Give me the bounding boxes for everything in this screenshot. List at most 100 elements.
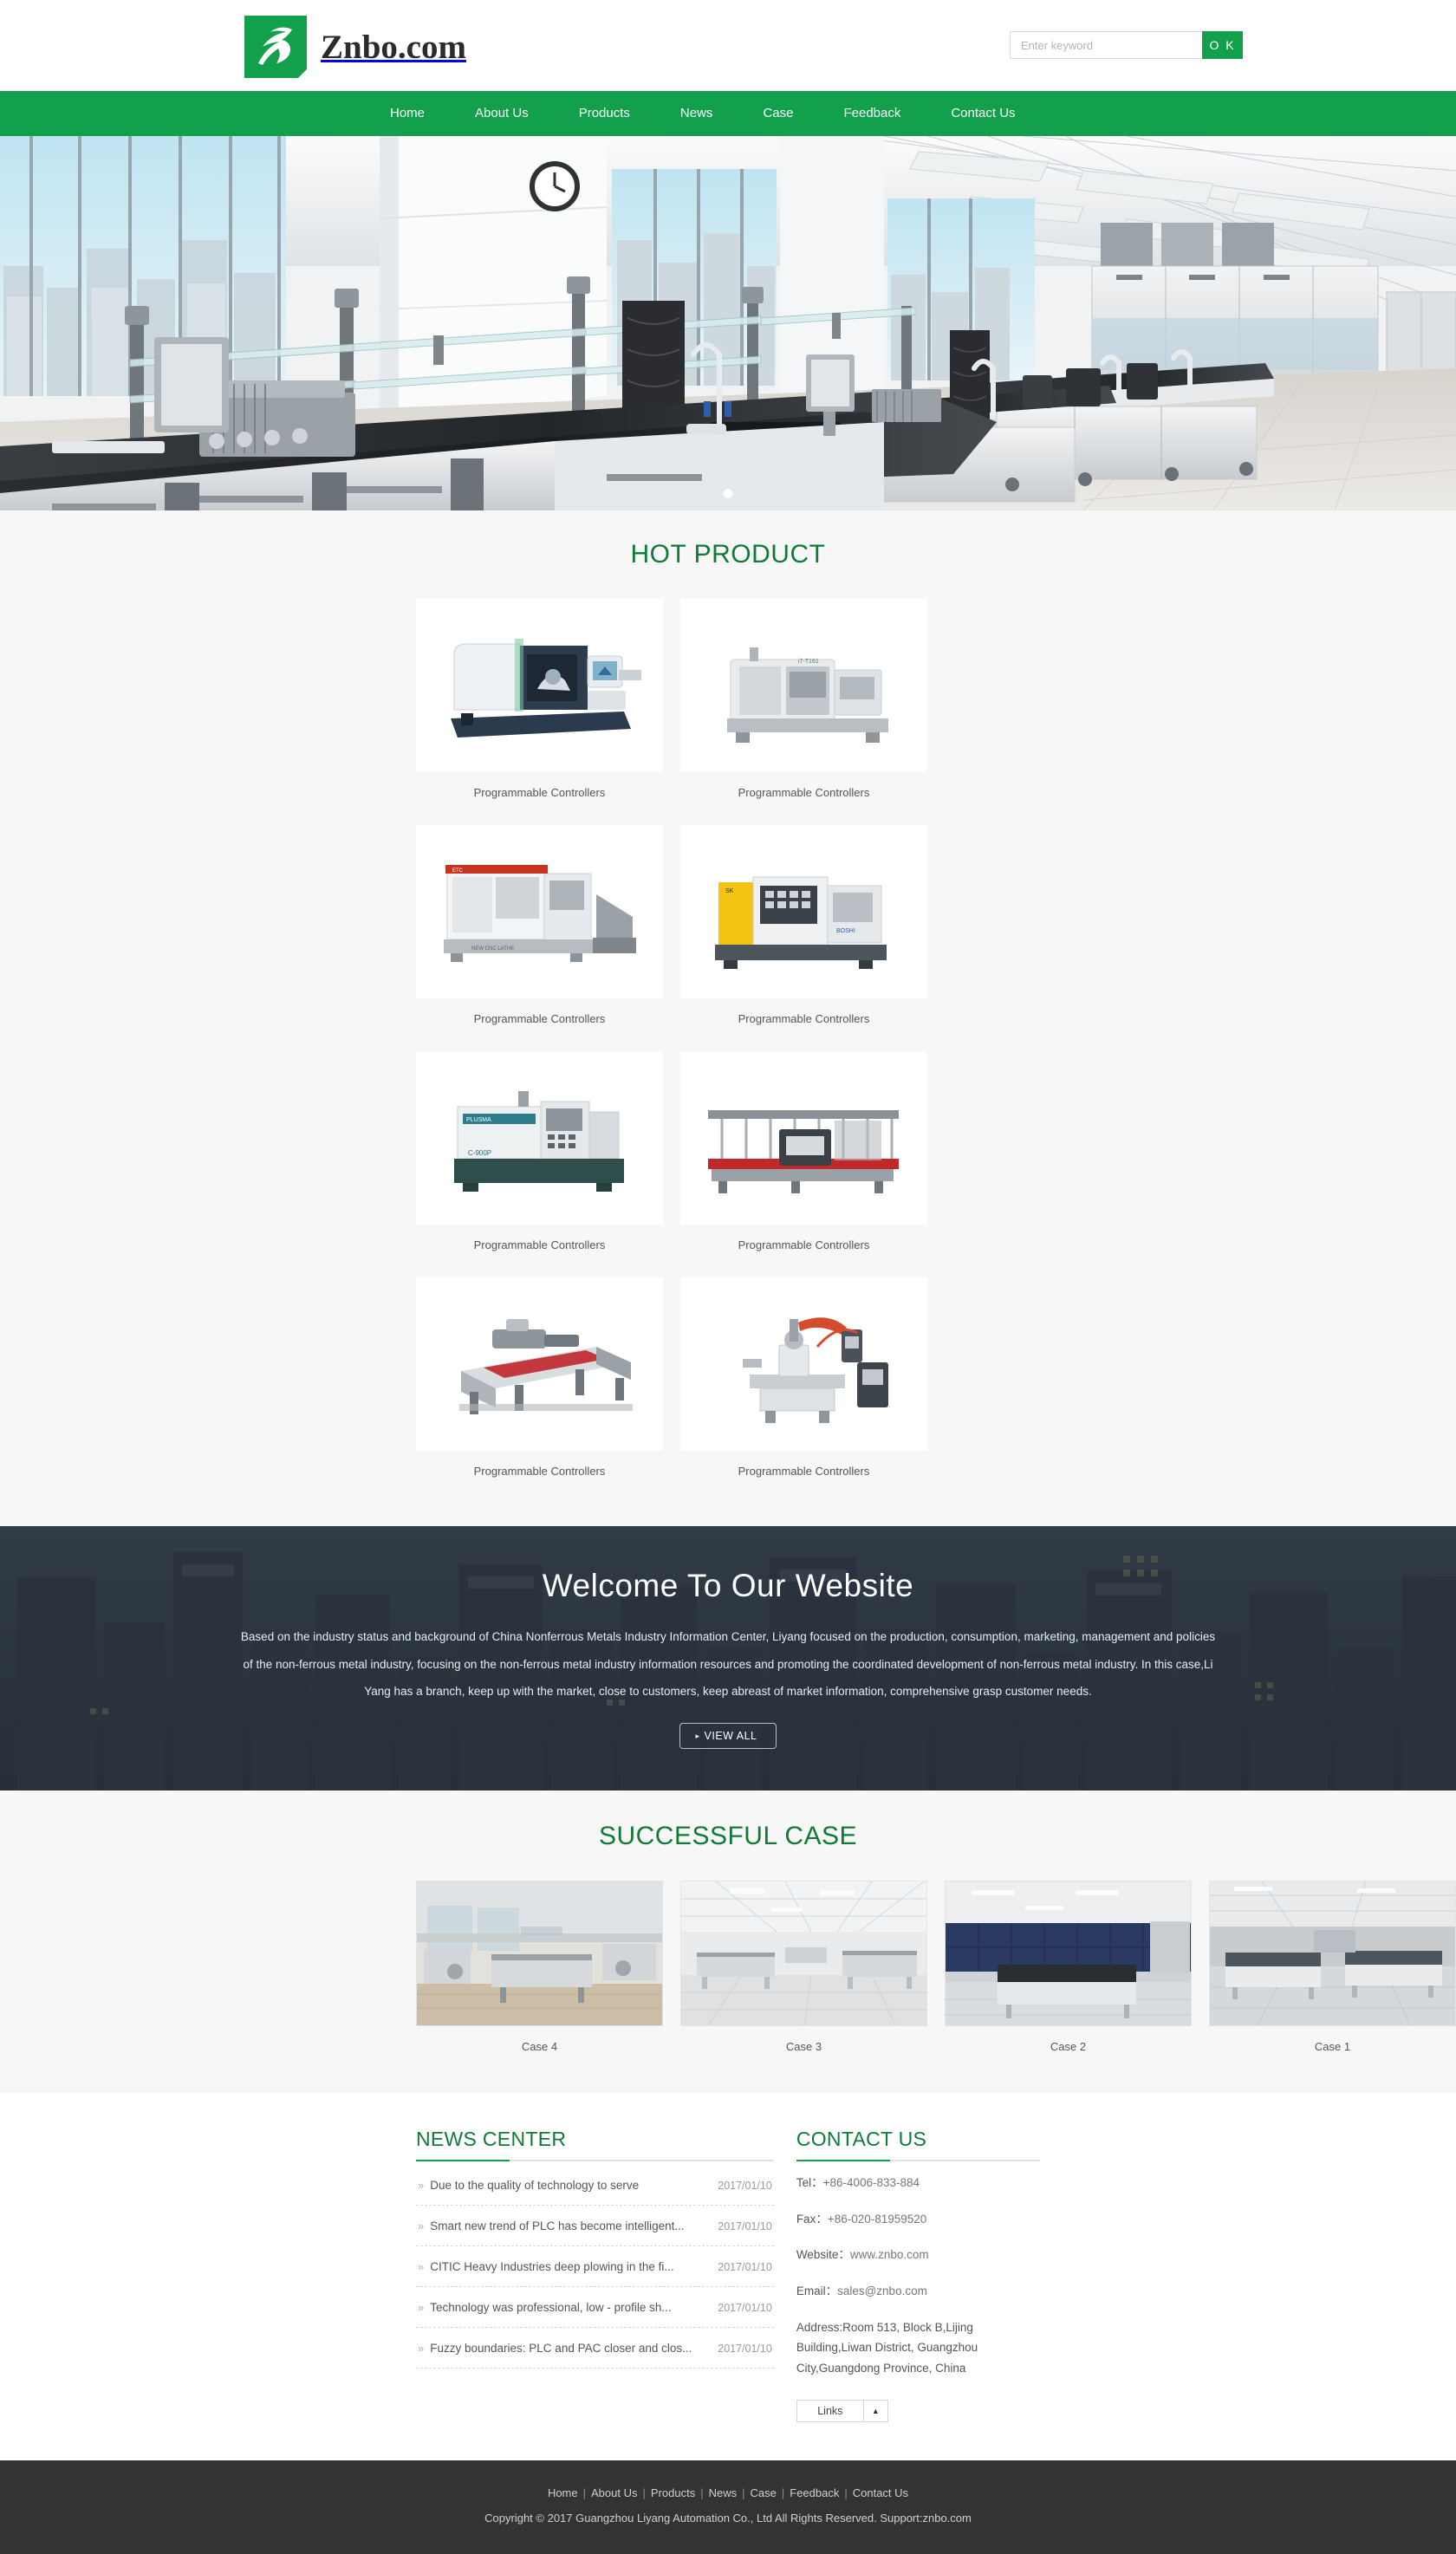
- news-title: Due to the quality of technology to serv…: [430, 2179, 640, 2192]
- contact-us-block: CONTACT US Tel：+86-4006-833-884 Fax：+86-…: [796, 2128, 1040, 2423]
- site-logo[interactable]: Znbo.com: [244, 16, 466, 78]
- case-thumbnail[interactable]: [680, 1881, 927, 2026]
- news-list-item[interactable]: » CITIC Heavy Industries deep plowing in…: [416, 2246, 774, 2287]
- welcome-body-text: Based on the industry status and backgro…: [240, 1630, 1216, 1699]
- hero-slide-indicator-dot[interactable]: [723, 489, 733, 498]
- contact-email-value[interactable]: sales@znbo.com: [837, 2284, 927, 2297]
- links-dropdown-label[interactable]: Links: [796, 2400, 864, 2423]
- chevron-right-icon: »: [418, 2179, 425, 2192]
- product-card[interactable]: Programmable Controllers: [680, 1051, 927, 1260]
- view-all-button[interactable]: ▸ VIEW ALL: [679, 1723, 777, 1750]
- product-thumbnail[interactable]: ETC NEW CNC LATHE: [416, 825, 663, 998]
- news-link[interactable]: » Fuzzy boundaries: PLC and PAC closer a…: [418, 2342, 692, 2355]
- product-thumbnail[interactable]: SK BOSHI: [680, 825, 927, 998]
- product-thumbnail[interactable]: [416, 1277, 663, 1451]
- lab-room-wood-floor-icon: [417, 1881, 662, 2025]
- footer-navigation: Home | About Us | Products | News | Case | Feedbac…: [0, 2486, 1456, 2499]
- footer-separator: |: [742, 2486, 745, 2500]
- contact-address-row: Address:Room 513, Block B,Lijing Buildin…: [796, 2320, 978, 2375]
- svg-text:NEW CNC LATHE: NEW CNC LATHE: [471, 946, 514, 952]
- successful-case-section: SUCCESSFUL CASE Case 4 Case 3 Case 2 Cas…: [0, 1790, 1456, 2093]
- product-card[interactable]: i7-T161 Programmable Controllers: [680, 599, 927, 808]
- znbo-bird-logo-icon: [244, 16, 307, 78]
- svg-text:BOSHI: BOSHI: [836, 928, 855, 934]
- nav-item-case[interactable]: Case: [763, 91, 793, 136]
- news-date: 2017/01/10: [718, 2219, 772, 2232]
- news-title: CITIC Heavy Industries deep plowing in t…: [430, 2260, 674, 2273]
- footer-nav-item-contact-us[interactable]: Contact Us: [853, 2486, 908, 2499]
- product-thumbnail[interactable]: [416, 599, 663, 772]
- news-list-item[interactable]: » Smart new trend of PLC has become inte…: [416, 2206, 774, 2246]
- news-link[interactable]: » Due to the quality of technology to se…: [418, 2179, 639, 2192]
- contact-tel-label: Tel：: [796, 2176, 823, 2189]
- product-label: Programmable Controllers: [738, 1465, 870, 1478]
- case-card[interactable]: Case 4: [416, 1881, 663, 2057]
- hero-banner[interactable]: [0, 136, 1456, 510]
- news-center-title: NEWS CENTER: [416, 2128, 567, 2150]
- nav-item-products[interactable]: Products: [579, 91, 630, 136]
- contact-us-divider: [796, 2160, 1040, 2161]
- contact-fax-row: Fax：+86-020-81959520: [796, 2201, 1040, 2238]
- product-thumbnail[interactable]: i7-T161: [680, 599, 927, 772]
- contact-website-value[interactable]: www.znbo.com: [850, 2248, 929, 2261]
- contact-fax-value: +86-020-81959520: [827, 2212, 927, 2226]
- footer-nav-item-case[interactable]: Case: [751, 2486, 777, 2499]
- product-card[interactable]: Programmable Controllers: [416, 599, 663, 808]
- nav-item-about-us[interactable]: About Us: [475, 91, 529, 136]
- nav-item-feedback[interactable]: Feedback: [843, 91, 900, 136]
- product-thumbnail[interactable]: [680, 1051, 927, 1225]
- news-list-item[interactable]: » Fuzzy boundaries: PLC and PAC closer a…: [416, 2328, 774, 2369]
- case-card[interactable]: Case 2: [945, 1881, 1192, 2057]
- footer-nav-item-products[interactable]: Products: [651, 2486, 695, 2499]
- footer-nav-item-about-us[interactable]: About Us: [591, 2486, 637, 2499]
- footer-nav-item-news[interactable]: News: [709, 2486, 738, 2499]
- product-thumbnail[interactable]: [680, 1277, 927, 1451]
- site-footer: Home | About Us | Products | News | Case | Feedbac…: [0, 2460, 1456, 2554]
- news-date: 2017/01/10: [718, 2260, 772, 2273]
- news-title: Technology was professional, low - profi…: [430, 2301, 672, 2314]
- product-card[interactable]: SK BOSHI Programmable Controllers: [680, 825, 927, 1034]
- hero-image: [0, 136, 1456, 510]
- case-card[interactable]: Case 3: [680, 1881, 927, 2057]
- svg-text:C-900P: C-900P: [468, 1149, 491, 1157]
- welcome-section: Welcome To Our Website Based on the indu…: [0, 1526, 1456, 1790]
- chevron-up-icon[interactable]: ▲: [863, 2400, 888, 2423]
- news-link[interactable]: » CITIC Heavy Industries deep plowing in…: [418, 2260, 674, 2273]
- nav-item-news[interactable]: News: [680, 91, 713, 136]
- product-card[interactable]: ETC NEW CNC LATHE Programmable Controlle…: [416, 825, 663, 1034]
- case-label: Case 1: [1314, 2040, 1351, 2053]
- case-thumbnail[interactable]: [1209, 1881, 1456, 2026]
- case-card[interactable]: Case 1: [1209, 1881, 1456, 2057]
- search-input[interactable]: [1010, 31, 1202, 59]
- case-thumbnail[interactable]: [416, 1881, 663, 2026]
- footer-nav-item-feedback[interactable]: Feedback: [790, 2486, 839, 2499]
- news-link[interactable]: » Smart new trend of PLC has become inte…: [418, 2219, 685, 2232]
- case-thumbnail[interactable]: [945, 1881, 1192, 2026]
- news-date: 2017/01/10: [718, 2301, 772, 2314]
- product-label: Programmable Controllers: [473, 786, 606, 799]
- nav-item-home[interactable]: Home: [390, 91, 425, 136]
- links-dropdown[interactable]: Links ▲: [796, 2400, 1040, 2423]
- svg-text:i7-T161: i7-T161: [798, 659, 819, 665]
- product-card[interactable]: Programmable Controllers: [416, 1277, 663, 1486]
- footer-separator: |: [844, 2486, 848, 2500]
- product-card[interactable]: Programmable Controllers: [680, 1277, 927, 1486]
- product-label: Programmable Controllers: [738, 786, 870, 799]
- play-triangle-icon: ▸: [695, 1732, 700, 1741]
- cnc-milling-grey-icon: i7-T161: [695, 616, 913, 755]
- footer-nav-item-home[interactable]: Home: [548, 2486, 578, 2499]
- news-list-item[interactable]: » Due to the quality of technology to se…: [416, 2165, 774, 2206]
- news-link[interactable]: » Technology was professional, low - pro…: [418, 2301, 672, 2314]
- svg-text:ETC: ETC: [452, 868, 464, 874]
- hot-product-section: HOT PRODUCT Programmable Controllers i7-…: [0, 510, 1456, 1526]
- news-list-item[interactable]: » Technology was professional, low - pro…: [416, 2287, 774, 2328]
- lab-open-hall-white-icon: [681, 1881, 926, 2025]
- nav-item-contact-us[interactable]: Contact Us: [951, 91, 1015, 136]
- product-card[interactable]: PLUSMA C-900P Programmable Controllers: [416, 1051, 663, 1260]
- lab-long-benches-grey-icon: [1210, 1881, 1455, 2025]
- glass-cutting-table-icon: [431, 1295, 648, 1433]
- search-submit-button[interactable]: O K: [1202, 31, 1243, 59]
- contact-tel-value: +86-4006-833-884: [822, 2176, 920, 2189]
- bottom-section: NEWS CENTER » Due to the quality of tech…: [0, 2093, 1456, 2461]
- product-thumbnail[interactable]: PLUSMA C-900P: [416, 1051, 663, 1225]
